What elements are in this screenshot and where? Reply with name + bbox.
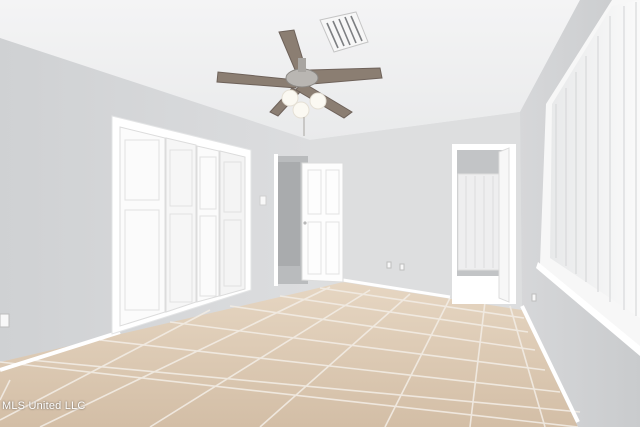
watermark-text: MLS United LLC [2, 400, 86, 412]
bathroom-door[interactable] [498, 147, 510, 303]
shower-curtain [457, 173, 501, 271]
hall-door-frame [274, 154, 278, 286]
wall-outlet [399, 263, 405, 271]
wall-outlet [386, 261, 392, 269]
room-photo [0, 0, 640, 427]
wall-outlet [531, 293, 537, 302]
fan-light-bulb [309, 92, 327, 110]
light-switch[interactable] [259, 195, 267, 206]
fan-light-bulb [292, 101, 310, 119]
wall-outlet [0, 313, 10, 328]
hallway-door-knob [303, 221, 307, 225]
